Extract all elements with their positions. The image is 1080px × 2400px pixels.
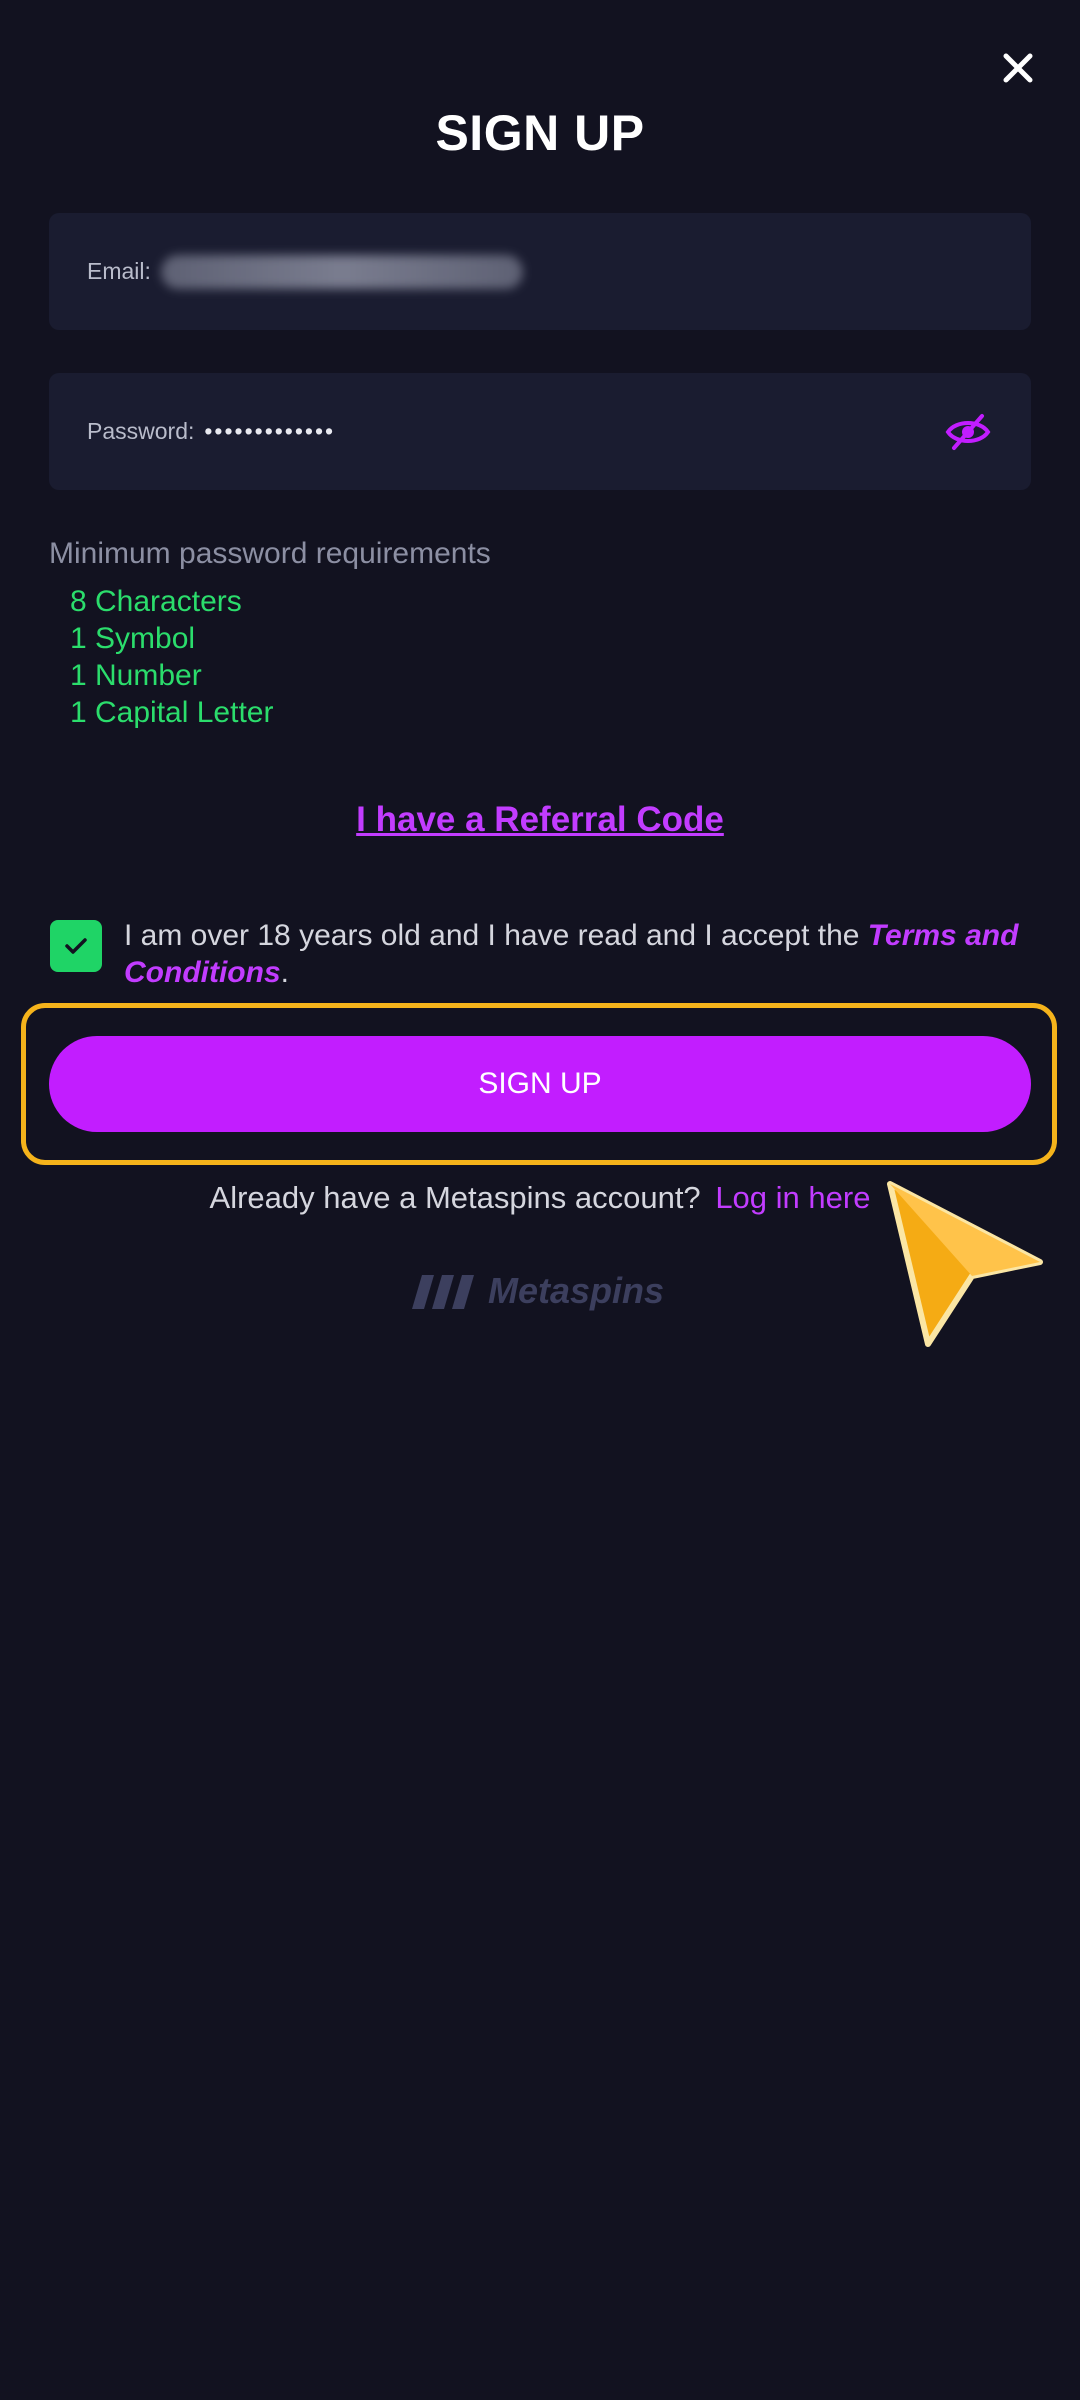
age-terms-checkbox[interactable]	[50, 920, 102, 972]
close-icon	[1003, 53, 1033, 83]
password-requirements-list: 8 Characters 1 Symbol 1 Number 1 Capital…	[70, 583, 273, 731]
page-title: SIGN UP	[435, 105, 645, 161]
email-value-redacted	[160, 254, 523, 289]
email-label: Email:	[87, 258, 151, 284]
email-field[interactable]: Email:	[49, 213, 1031, 330]
metaspins-logo-icon	[412, 1275, 474, 1309]
brand-logo-text: Metaspins	[488, 1270, 665, 1311]
password-label: Password:	[87, 418, 195, 444]
consent-text: I am over 18 years old and I have read a…	[124, 917, 1024, 991]
referral-row: I have a Referral Code	[0, 800, 1080, 840]
login-prompt: Already have a Metaspins account?	[209, 1180, 701, 1215]
toggle-password-visibility-button[interactable]	[943, 409, 993, 455]
password-value: •••••••••••••	[204, 418, 336, 444]
password-requirements-title: Minimum password requirements	[49, 537, 491, 570]
signup-button[interactable]: SIGN UP	[49, 1036, 1031, 1132]
eye-off-icon	[945, 414, 991, 450]
requirement-item: 1 Symbol	[70, 622, 196, 655]
requirement-item: 8 Characters	[70, 585, 242, 618]
brand-logo: Metaspins	[404, 1266, 680, 1316]
consent-statement: I am over 18 years old and I have read a…	[124, 919, 868, 952]
referral-code-link[interactable]: I have a Referral Code	[356, 800, 724, 839]
signup-screen: SIGN UP Email: Password: ••••••••••••• M…	[0, 0, 1080, 2400]
cursor-pointer-icon	[887, 1181, 1043, 1347]
requirement-item: 1 Number	[70, 659, 202, 692]
consent-suffix: .	[280, 956, 289, 989]
password-field[interactable]: Password: •••••••••••••	[49, 373, 1031, 490]
checkmark-icon	[65, 938, 87, 954]
requirement-item: 1 Capital Letter	[70, 696, 274, 729]
login-link[interactable]: Log in here	[715, 1180, 870, 1215]
close-button[interactable]	[996, 46, 1040, 90]
